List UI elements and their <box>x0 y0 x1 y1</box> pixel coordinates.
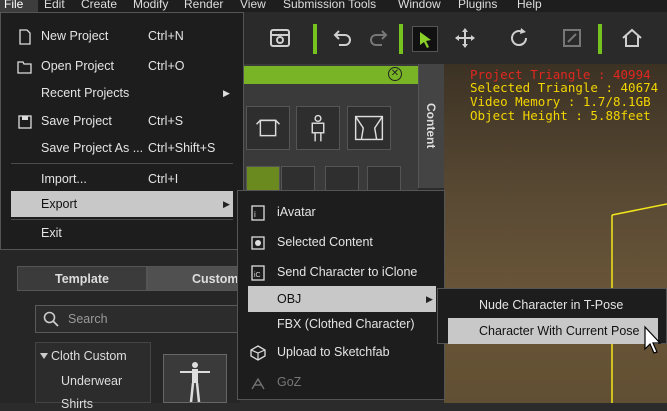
mouse-cursor-icon <box>643 325 663 355</box>
svg-text:i: i <box>254 210 256 219</box>
redo-icon[interactable] <box>367 26 391 50</box>
submenu-arrow-icon: ▶ <box>426 294 433 304</box>
new-file-icon <box>17 28 33 45</box>
toolbar-separator <box>598 24 602 54</box>
svg-text:iC: iC <box>254 272 261 279</box>
tree-item-cloth-custom[interactable]: Cloth Custom <box>51 349 127 363</box>
select-arrow-icon[interactable] <box>412 26 438 52</box>
sketchfab-icon <box>250 344 266 361</box>
content-tab-label: Content <box>424 103 438 149</box>
menu-item-recent-projects[interactable]: Recent Projects ▶ <box>1 80 243 106</box>
tree-expand-icon[interactable] <box>40 349 48 363</box>
menu-bar: File Edit Create Modify Render View Subm… <box>0 0 667 12</box>
toolbar-separator <box>399 24 403 54</box>
close-icon[interactable]: ✕ <box>388 67 402 81</box>
submenu-arrow-icon: ▶ <box>223 88 230 98</box>
undo-icon[interactable] <box>330 26 354 50</box>
menu-item-new-project[interactable]: New Project Ctrl+N <box>1 23 243 49</box>
tree-item-underwear[interactable]: Underwear <box>61 374 122 388</box>
menu-edit[interactable]: Edit <box>44 0 65 12</box>
shirt-thumbnail[interactable] <box>246 106 290 150</box>
menu-help[interactable]: Help <box>517 0 542 12</box>
file-menu: New Project Ctrl+N Open Project Ctrl+O R… <box>0 12 244 250</box>
home-icon[interactable] <box>620 26 644 50</box>
body-thumbnail[interactable] <box>296 106 340 150</box>
tab-custom[interactable]: Custom <box>147 266 240 291</box>
boot-category-icon[interactable] <box>281 166 315 192</box>
menu-window[interactable]: Window <box>398 0 441 12</box>
menu-item-fbx[interactable]: FBX (Clothed Character) <box>238 311 444 337</box>
goz-icon <box>250 374 266 390</box>
menu-create[interactable]: Create <box>81 0 117 12</box>
folder-open-icon <box>17 58 33 74</box>
menu-divider <box>11 163 233 164</box>
menu-item-iavatar[interactable]: i iAvatar <box>238 199 444 225</box>
garment-category-active[interactable] <box>246 166 280 192</box>
selected-content-icon <box>250 234 266 250</box>
menu-item-nude-t-pose[interactable]: Nude Character in T-Pose <box>438 292 666 318</box>
menu-item-selected-content[interactable]: Selected Content <box>238 229 444 255</box>
camera-view-icon[interactable] <box>268 26 292 50</box>
menu-item-open-project[interactable]: Open Project Ctrl+O <box>1 53 243 79</box>
iclone-icon: iC <box>250 264 266 281</box>
video-memory-stat: Video Memory : 1.7/8.1GB <box>470 94 651 109</box>
submenu-arrow-icon: ▶ <box>223 199 230 209</box>
menu-render[interactable]: Render <box>184 0 223 12</box>
search-input[interactable] <box>68 311 228 327</box>
rotate-icon[interactable] <box>507 26 531 50</box>
menu-plugins[interactable]: Plugins <box>458 0 497 12</box>
tree-item-shirts[interactable]: Shirts <box>61 397 93 411</box>
menu-modify[interactable]: Modify <box>133 0 168 12</box>
obj-submenu: Nude Character in T-Pose Character With … <box>437 288 667 344</box>
menu-item-export[interactable]: Export ▶ <box>11 191 233 217</box>
search-icon <box>42 310 60 328</box>
selected-triangle-stat: Selected Triangle : 40674 <box>470 80 659 95</box>
toolbar-separator <box>313 24 317 54</box>
export-submenu: i iAvatar Selected Content iC Send Chara… <box>237 190 445 400</box>
scale-icon[interactable] <box>560 26 584 50</box>
menu-item-obj[interactable]: OBJ ▶ <box>248 286 436 312</box>
tab-template[interactable]: Template <box>17 266 147 291</box>
object-height-stat: Object Height : 5.88feet <box>470 108 651 123</box>
menu-file[interactable]: File <box>0 0 38 12</box>
stage-thumbnail[interactable] <box>347 106 391 150</box>
menu-item-sketchfab[interactable]: Upload to Sketchfab <box>238 339 444 365</box>
menu-submission-tools[interactable]: Submission Tools <box>283 0 376 12</box>
character-preview-thumbnail[interactable] <box>163 354 227 403</box>
menu-item-exit[interactable]: Exit <box>1 220 243 246</box>
menu-view[interactable]: View <box>240 0 266 12</box>
iavatar-icon: i <box>250 204 266 221</box>
floppy-disk-icon <box>17 113 33 129</box>
category-tile[interactable] <box>367 166 401 192</box>
menu-item-goz: GoZ <box>238 369 444 395</box>
move-icon[interactable] <box>453 26 477 50</box>
hanger-category-icon[interactable] <box>325 166 359 192</box>
menu-item-import[interactable]: Import... Ctrl+I <box>1 166 243 192</box>
menu-item-save-project[interactable]: Save Project Ctrl+S <box>1 108 243 134</box>
menu-item-save-project-as[interactable]: Save Project As ... Ctrl+Shift+S <box>1 135 243 161</box>
menu-item-current-pose[interactable]: Character With Current Pose <box>448 318 658 344</box>
menu-item-send-to-iclone[interactable]: iC Send Character to iClone <box>238 259 444 285</box>
